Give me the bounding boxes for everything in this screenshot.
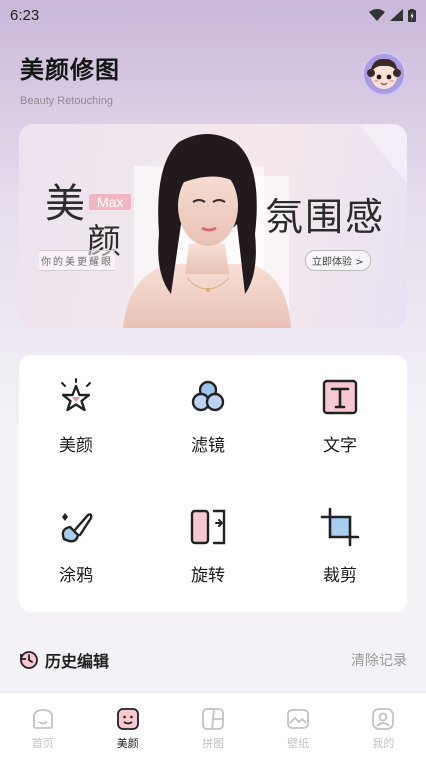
nav-label: 壁纸 bbox=[287, 737, 310, 750]
banner-max-badge: Max bbox=[89, 194, 132, 210]
wallpaper-icon bbox=[287, 709, 310, 729]
status-time: 6:23 bbox=[10, 6, 40, 24]
beauty-face-icon bbox=[116, 708, 139, 730]
wifi-icon bbox=[369, 9, 385, 21]
tool-label: 滤镜 bbox=[191, 436, 225, 456]
banner-char-mei: 美 bbox=[45, 181, 85, 227]
profile-icon bbox=[372, 708, 395, 730]
nav-item-home[interactable]: 首页 bbox=[0, 693, 85, 758]
page-title: 美颜修图 bbox=[20, 56, 120, 84]
banner-headline: 氛围感 bbox=[265, 195, 386, 239]
history-section-header: 历史编辑 清除记录 bbox=[19, 648, 407, 672]
tool-crop[interactable]: 裁剪 bbox=[285, 507, 395, 586]
status-bar: 6:23 bbox=[0, 0, 426, 30]
promo-banner[interactable]: 美 Max 颜 你的美更耀眼 氛围感 立即体验 > bbox=[19, 124, 407, 328]
nav-item-collage[interactable]: 拼图 bbox=[170, 693, 255, 758]
history-title: 历史编辑 bbox=[45, 652, 110, 671]
nav-label: 美颜 bbox=[116, 737, 139, 750]
avatar-cartoon-icon bbox=[367, 58, 401, 89]
tool-label: 裁剪 bbox=[323, 566, 357, 586]
nav-label: 我的 bbox=[372, 737, 395, 750]
banner-right-text: 氛围感 立即体验 > bbox=[265, 186, 386, 271]
home-icon bbox=[32, 709, 53, 729]
tool-label: 旋转 bbox=[191, 566, 225, 586]
nav-item-beauty[interactable]: 美颜 bbox=[85, 693, 170, 758]
page-subtitle: Beauty Retouching bbox=[20, 95, 113, 107]
tool-doodle[interactable]: 涂鸦 bbox=[21, 507, 131, 586]
clear-history-button[interactable]: 清除记录 bbox=[351, 650, 407, 670]
tool-filter[interactable]: 滤镜 bbox=[153, 377, 263, 456]
battery-icon bbox=[408, 8, 416, 22]
collage-icon bbox=[202, 708, 224, 730]
nav-item-wallpaper[interactable]: 壁纸 bbox=[256, 693, 341, 758]
tool-rotate[interactable]: 旋转 bbox=[153, 507, 263, 586]
tool-label: 文字 bbox=[323, 436, 357, 456]
avatar[interactable] bbox=[362, 52, 406, 96]
banner-cta-button[interactable]: 立即体验 > bbox=[305, 250, 371, 271]
star-sparkle-icon bbox=[61, 378, 91, 412]
signal-icon bbox=[390, 9, 403, 21]
tool-beauty[interactable]: 美颜 bbox=[21, 377, 131, 456]
banner-left-text: 美 Max 颜 你的美更耀眼 bbox=[39, 181, 132, 271]
tool-label: 涂鸦 bbox=[59, 566, 93, 586]
rotate-icon bbox=[190, 509, 226, 545]
bottom-nav: 首页 美颜 拼图 壁纸 我的 bbox=[0, 692, 426, 758]
filter-circles-icon bbox=[191, 380, 225, 412]
banner-tagline: 你的美更耀眼 bbox=[39, 250, 115, 271]
crop-icon bbox=[320, 507, 360, 547]
tool-text[interactable]: 文字 bbox=[285, 377, 395, 456]
text-t-icon bbox=[322, 379, 358, 415]
tool-label: 美颜 bbox=[59, 436, 93, 456]
tools-grid: 美颜 滤镜 文字 涂鸦 旋转 裁剪 bbox=[19, 355, 407, 612]
nav-item-profile[interactable]: 我的 bbox=[341, 693, 426, 758]
app-header: 美颜修图 Beauty Retouching bbox=[20, 50, 120, 107]
history-clock-icon bbox=[20, 651, 38, 669]
nav-label: 拼图 bbox=[202, 737, 224, 750]
brush-icon bbox=[61, 513, 93, 543]
nav-label: 首页 bbox=[31, 737, 54, 750]
